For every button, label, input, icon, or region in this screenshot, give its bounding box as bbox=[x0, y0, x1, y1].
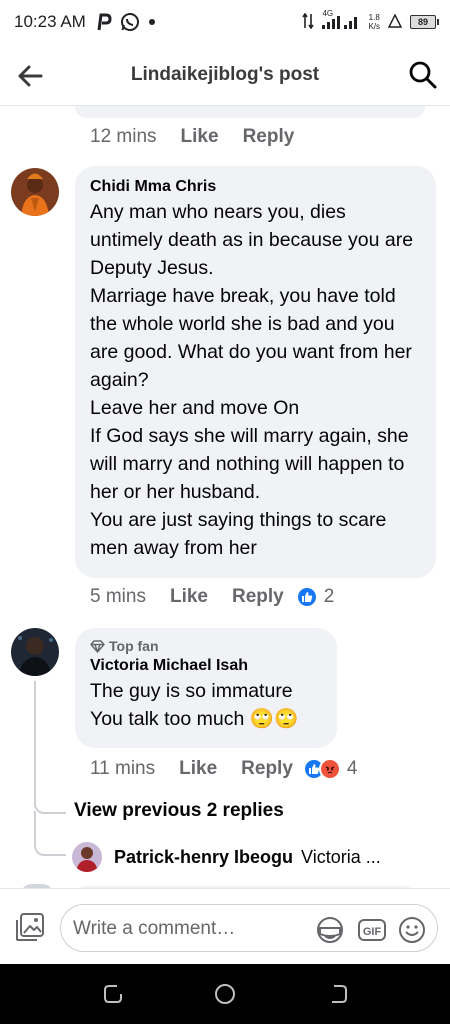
angry-face-icon bbox=[318, 758, 341, 780]
reply-text: Victoria ... bbox=[301, 846, 381, 867]
comment-text: Any man who nears you, dies untimely dea… bbox=[90, 201, 414, 559]
thread-branch bbox=[34, 811, 66, 856]
comment-meta: 5 mins Like Reply 2 bbox=[90, 586, 334, 608]
like-button[interactable]: Like bbox=[179, 758, 217, 780]
battery-icon: 89 bbox=[410, 15, 439, 29]
comment-bubble[interactable]: Top fan Victoria Michael Isah The guy is… bbox=[75, 628, 337, 748]
comment-text: The guy is so immature You talk too much… bbox=[90, 680, 299, 730]
comment-time: 12 mins bbox=[90, 126, 157, 147]
net-speed: 1.8 K/s bbox=[368, 13, 380, 31]
status-time: 10:23 AM bbox=[14, 12, 86, 31]
avatar[interactable] bbox=[11, 628, 59, 676]
reaction-count: 4 bbox=[346, 758, 358, 779]
thread-line bbox=[34, 681, 36, 791]
back-arrow-icon[interactable] bbox=[16, 62, 44, 90]
svg-text:GIF: GIF bbox=[363, 926, 382, 938]
reaction-count: 2 bbox=[323, 586, 335, 607]
post-header: Lindaikejiblog's post bbox=[0, 44, 450, 106]
net-speed-unit: K/s bbox=[368, 22, 380, 31]
diamond-icon bbox=[90, 639, 105, 653]
dot-icon bbox=[148, 18, 156, 26]
avatar-sticker-icon[interactable] bbox=[315, 915, 345, 945]
previous-comment-meta: 12 mins Like Reply bbox=[90, 126, 318, 148]
comment-time: 5 mins bbox=[90, 586, 146, 607]
comment-input[interactable] bbox=[73, 915, 303, 943]
whatsapp-icon bbox=[120, 12, 140, 32]
warning-icon bbox=[387, 12, 403, 31]
comment-input-box[interactable]: GIF bbox=[60, 904, 438, 952]
comment-bubble[interactable]: Chidi Mma Chris Any man who nears you, d… bbox=[75, 166, 436, 578]
comments-feed[interactable]: 12 mins Like Reply Chidi Mma Chris Any m… bbox=[0, 106, 450, 888]
reply-preview[interactable]: Patrick-henry Ibeogu Victoria ... bbox=[72, 842, 422, 872]
comment-meta: 11 mins Like Reply 4 bbox=[90, 758, 357, 780]
data-arrows-icon bbox=[302, 12, 315, 32]
net-speed-value: 1.8 bbox=[368, 13, 380, 22]
thumbs-up-icon bbox=[295, 586, 318, 608]
page-title: Lindaikejiblog's post bbox=[130, 63, 320, 85]
search-icon[interactable] bbox=[408, 60, 438, 90]
status-bar: 10:23 AM 4G 1.8 K/s 89 bbox=[0, 0, 450, 44]
reply-button[interactable]: Reply bbox=[243, 126, 295, 148]
system-nav-bar bbox=[0, 964, 450, 1024]
network-type: 4G bbox=[322, 9, 334, 18]
view-previous-replies-link[interactable]: View previous 2 replies bbox=[74, 800, 284, 822]
comment-composer: GIF bbox=[0, 888, 450, 964]
avatar[interactable] bbox=[11, 168, 59, 216]
recents-icon[interactable] bbox=[101, 982, 125, 1006]
reply-author-name[interactable]: Patrick-henry Ibeogu bbox=[114, 847, 293, 868]
reactions[interactable] bbox=[295, 586, 318, 608]
commenter-name[interactable]: Chidi Mma Chris bbox=[90, 178, 420, 196]
gif-icon[interactable]: GIF bbox=[357, 915, 387, 945]
reactions[interactable] bbox=[302, 758, 341, 780]
signal-icon: 4G bbox=[322, 9, 360, 29]
status-right: 4G 1.8 K/s 89 bbox=[302, 9, 439, 32]
back-icon[interactable] bbox=[326, 982, 350, 1006]
avatar[interactable] bbox=[72, 842, 102, 872]
top-fan-badge: Top fan bbox=[90, 638, 321, 654]
commenter-name[interactable]: Victoria Michael Isah bbox=[90, 657, 321, 675]
home-icon[interactable] bbox=[213, 982, 237, 1006]
top-fan-label: Top fan bbox=[109, 638, 159, 654]
pinterest-icon bbox=[96, 13, 112, 31]
like-button[interactable]: Like bbox=[170, 586, 208, 608]
reply-button[interactable]: Reply bbox=[241, 758, 293, 780]
like-button[interactable]: Like bbox=[181, 126, 219, 148]
thread-branch bbox=[34, 781, 66, 814]
photo-icon[interactable] bbox=[14, 911, 46, 943]
previous-comment-bubble bbox=[75, 106, 425, 118]
emoji-icon[interactable] bbox=[397, 915, 427, 945]
reply-button[interactable]: Reply bbox=[232, 586, 284, 608]
comment-time: 11 mins bbox=[90, 758, 156, 779]
